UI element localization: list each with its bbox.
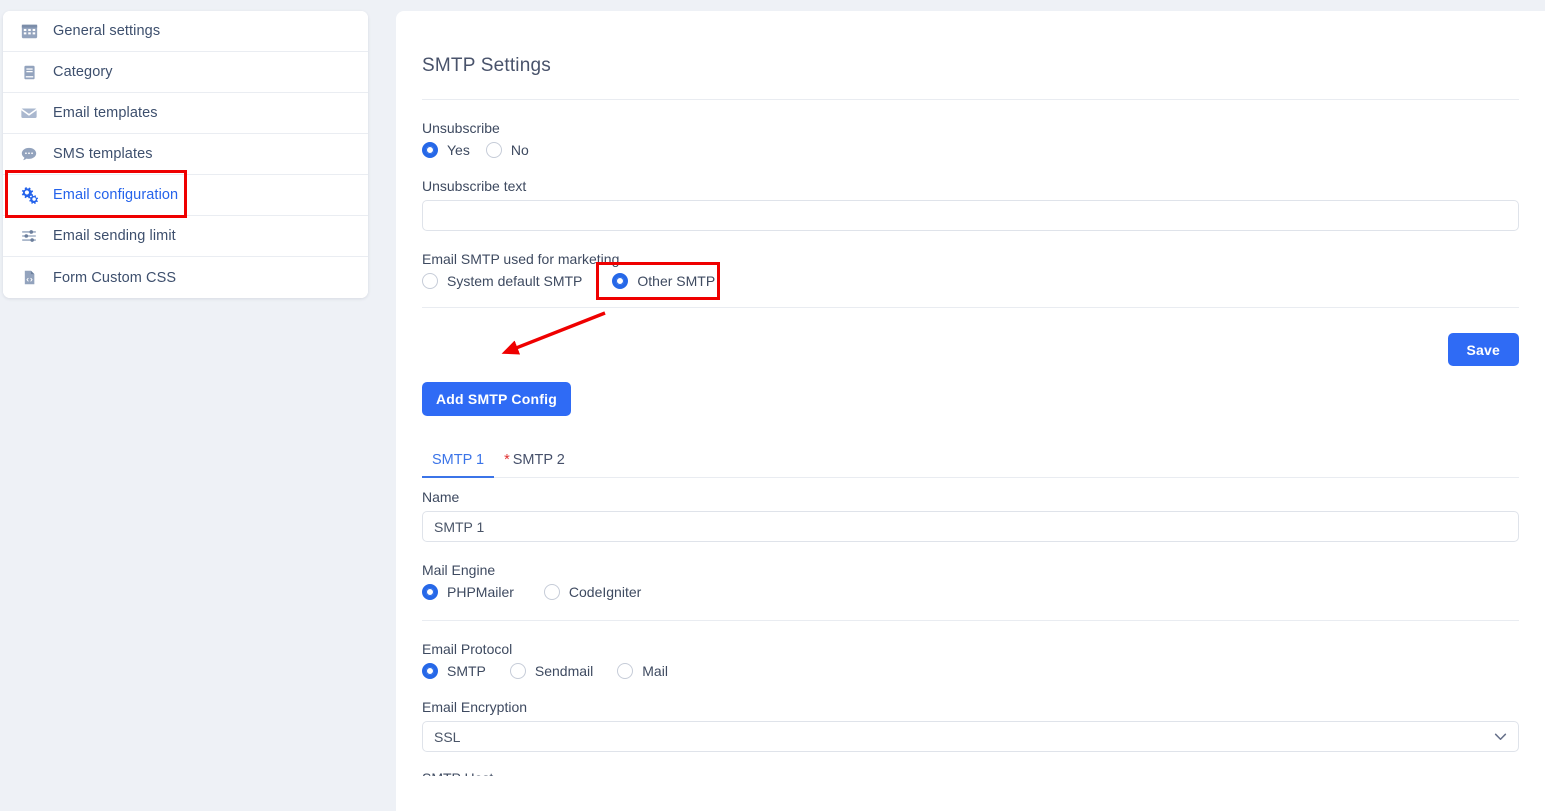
sidebar-item-email-sending-limit[interactable]: Email sending limit <box>3 216 368 257</box>
smtp-settings-panel: SMTP Settings Unsubscribe Yes No Unsubsc… <box>396 11 1545 811</box>
radio-indicator[interactable] <box>543 584 560 600</box>
radio-option-system-default-smtp[interactable]: System default SMTP <box>422 273 582 289</box>
sidebar-item-email-configuration[interactable]: Email configuration <box>3 175 368 216</box>
unsubscribe-text-input[interactable] <box>422 200 1519 231</box>
email-encryption-select-wrapper <box>422 721 1519 752</box>
smtp-1-form: Name Mail Engine PHPMailer CodeIgniter E… <box>422 489 1519 782</box>
radio-indicator[interactable] <box>422 663 438 679</box>
envelope-icon <box>17 101 41 125</box>
email-protocol-label: Email Protocol <box>422 641 513 657</box>
sidebar-item-category[interactable]: Category <box>3 52 368 93</box>
radio-label: Mail <box>642 663 668 679</box>
email-smtp-marketing-radio-group: System default SMTP Other SMTP <box>422 273 1519 289</box>
tab-label: SMTP 2 <box>512 452 565 468</box>
radio-label: Other SMTP <box>637 273 716 289</box>
chat-bubble-icon <box>17 142 41 166</box>
mail-engine-label: Mail Engine <box>422 562 496 578</box>
sliders-icon <box>17 224 41 248</box>
radio-indicator[interactable] <box>422 142 438 158</box>
radio-indicator[interactable] <box>422 273 438 289</box>
sidebar-item-sms-templates[interactable]: SMS templates <box>3 134 368 175</box>
email-encryption-select[interactable] <box>422 721 1519 752</box>
divider <box>422 307 1519 308</box>
sidebar-item-label: SMS templates <box>53 146 153 162</box>
unsubscribe-text-label: Unsubscribe text <box>422 178 527 194</box>
radio-option-sendmail[interactable]: Sendmail <box>509 663 594 679</box>
radio-indicator[interactable] <box>422 584 438 600</box>
radio-label: System default SMTP <box>447 273 583 289</box>
radio-indicator[interactable] <box>617 663 634 679</box>
radio-indicator[interactable] <box>509 663 526 679</box>
divider <box>422 99 1519 100</box>
required-asterisk: * <box>504 452 510 468</box>
sidebar-item-general-settings[interactable]: General settings <box>3 11 368 52</box>
radio-indicator[interactable] <box>485 142 502 158</box>
radio-option-unsubscribe-yes[interactable]: Yes <box>422 142 470 158</box>
smtp-config-tabs: SMTP 1 * SMTP 2 <box>422 445 1519 478</box>
sidebar-item-label: Category <box>53 64 113 80</box>
email-smtp-marketing-label: Email SMTP used for marketing <box>422 251 620 267</box>
unsubscribe-label: Unsubscribe <box>422 120 500 136</box>
tab-label: SMTP 1 <box>432 452 485 468</box>
email-encryption-label: Email Encryption <box>422 699 528 715</box>
unsubscribe-radio-group: Yes No <box>422 142 1519 158</box>
gears-icon <box>17 183 41 207</box>
radio-indicator[interactable] <box>612 273 629 289</box>
mail-engine-radio-group: PHPMailer CodeIgniter <box>422 584 1519 600</box>
smtp-host-label-partial: SMTP Host <box>422 770 1519 776</box>
divider <box>422 620 1519 621</box>
tab-smtp-2[interactable]: * SMTP 2 <box>494 452 575 477</box>
settings-sidebar: General settings Category Email template… <box>3 11 368 298</box>
save-button[interactable]: Save <box>1447 333 1519 366</box>
radio-option-smtp[interactable]: SMTP <box>422 663 486 679</box>
name-label: Name <box>422 489 460 505</box>
radio-label: PHPMailer <box>447 584 514 600</box>
sidebar-item-form-custom-css[interactable]: Form Custom CSS <box>3 257 368 298</box>
sidebar-item-email-templates[interactable]: Email templates <box>3 93 368 134</box>
radio-label: SMTP <box>447 663 486 679</box>
radio-label: No <box>510 142 529 158</box>
radio-option-codeigniter[interactable]: CodeIgniter <box>543 584 642 600</box>
sidebar-item-label: Form Custom CSS <box>53 269 177 286</box>
add-smtp-config-button[interactable]: Add SMTP Config <box>422 382 571 416</box>
grid-icon <box>17 19 41 43</box>
radio-label: CodeIgniter <box>568 584 642 600</box>
email-protocol-radio-group: SMTP Sendmail Mail <box>422 663 1519 679</box>
radio-label: Yes <box>447 142 470 158</box>
file-code-icon <box>17 266 41 290</box>
sidebar-item-label: Email configuration <box>53 187 179 203</box>
name-input[interactable] <box>422 511 1519 542</box>
radio-option-mail[interactable]: Mail <box>617 663 668 679</box>
radio-option-other-smtp[interactable]: Other SMTP <box>612 273 715 289</box>
page-title: SMTP Settings <box>422 55 551 76</box>
radio-label: Sendmail <box>534 663 594 679</box>
sidebar-item-label: Email sending limit <box>53 228 176 244</box>
radio-option-phpmailer[interactable]: PHPMailer <box>422 584 514 600</box>
radio-option-unsubscribe-no[interactable]: No <box>485 142 529 158</box>
sidebar-item-label: Email templates <box>53 105 158 121</box>
book-icon <box>17 60 41 84</box>
tab-smtp-1[interactable]: SMTP 1 <box>422 452 495 478</box>
sidebar-item-label: General settings <box>53 23 161 39</box>
